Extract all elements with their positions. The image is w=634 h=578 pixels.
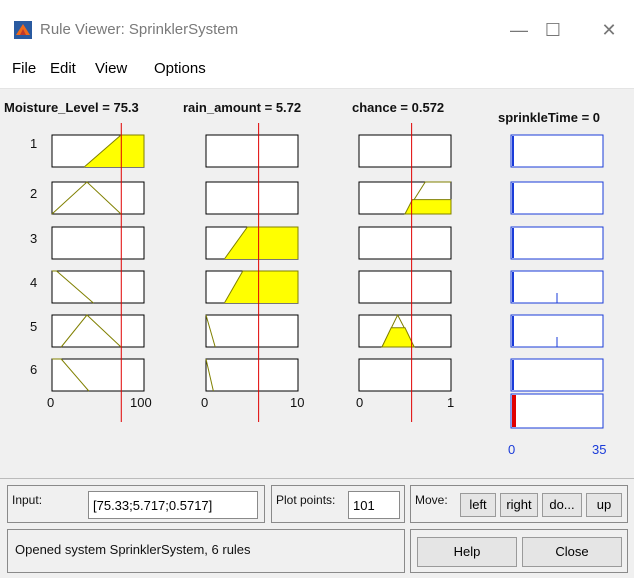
rule-6-rain-box xyxy=(205,358,299,392)
menu-options[interactable]: Options xyxy=(154,60,206,77)
window-title: Rule Viewer: SprinklerSystem xyxy=(40,21,239,38)
input-field[interactable]: [75.33;5.717;0.5717] xyxy=(88,491,258,519)
move-right-button[interactable]: right xyxy=(500,493,538,517)
rain-tick-min: 0 xyxy=(201,395,209,410)
move-down-button[interactable]: do... xyxy=(542,493,582,517)
move-up-button[interactable]: up xyxy=(586,493,622,517)
menu-view[interactable]: View xyxy=(95,60,127,77)
rule-6-sprinkle-box xyxy=(510,358,604,392)
rule-3-sprinkle-box xyxy=(510,226,604,260)
menu-edit[interactable]: Edit xyxy=(50,60,76,77)
close-button[interactable]: Close xyxy=(522,537,622,567)
rule-plots xyxy=(51,123,604,429)
menu-bar: File Edit View Options xyxy=(0,50,634,89)
rule-2-rain-box xyxy=(205,181,299,215)
rule-4-moisture-box xyxy=(51,270,145,304)
menu-file[interactable]: File xyxy=(12,60,36,77)
sprinkle-tick-min: 0 xyxy=(508,442,516,457)
rule-2-sprinkle-box xyxy=(510,181,604,215)
input-label: Input: xyxy=(12,493,43,507)
moisture-tick-min: 0 xyxy=(47,395,55,410)
maximize-button[interactable]: ☐ xyxy=(530,14,576,46)
rule-3-chance-box xyxy=(358,226,452,260)
plot-points-field[interactable]: 101 xyxy=(348,491,400,519)
aggregate-output-box xyxy=(510,393,604,429)
sprinkle-tick-max: 35 xyxy=(592,442,607,457)
rule-1-sprinkle-box xyxy=(510,134,604,168)
status-text: Opened system SprinklerSystem, 6 rules xyxy=(15,542,251,557)
title-bar: Rule Viewer: SprinklerSystem — ☐ ✕ xyxy=(0,0,634,50)
rule-5-moisture-box xyxy=(51,314,145,348)
rule-1-chance-box xyxy=(358,134,452,168)
chance-tick-min: 0 xyxy=(356,395,364,410)
aggregate-output-bar xyxy=(512,395,516,427)
rule-5-rain-box xyxy=(205,314,299,348)
rule-plot-area: Moisture_Level = 75.3 rain_amount = 5.72… xyxy=(0,89,634,479)
rule-1-rain-box xyxy=(205,134,299,168)
rule-2-moisture-box xyxy=(51,181,145,215)
rule-3-moisture-box xyxy=(51,226,145,260)
move-label: Move: xyxy=(415,493,448,507)
close-window-button[interactable]: ✕ xyxy=(586,14,632,46)
chance-tick-max: 1 xyxy=(447,395,455,410)
rule-6-chance-box xyxy=(358,358,452,392)
moisture-tick-max: 100 xyxy=(130,395,152,410)
control-bar: Input: [75.33;5.717;0.5717] Plot points:… xyxy=(0,478,634,578)
move-left-button[interactable]: left xyxy=(460,493,496,517)
rule-4-chance-box xyxy=(358,270,452,304)
help-button[interactable]: Help xyxy=(417,537,517,567)
plot-points-label: Plot points: xyxy=(276,493,336,507)
rain-tick-max: 10 xyxy=(290,395,305,410)
matlab-app-icon xyxy=(14,21,32,39)
